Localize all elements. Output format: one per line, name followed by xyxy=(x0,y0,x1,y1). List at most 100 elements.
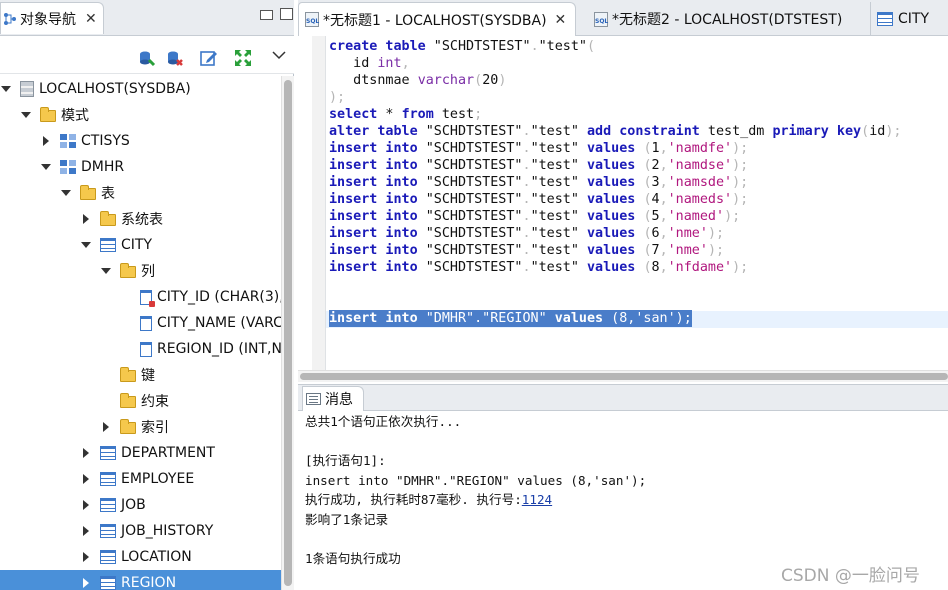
tree-item-label: CITY xyxy=(121,237,153,253)
expand-arrow-icon[interactable] xyxy=(80,499,92,511)
tree-item-label: 约束 xyxy=(141,394,169,410)
expand-arrow-icon[interactable] xyxy=(80,213,92,225)
primary-key-column-icon xyxy=(140,289,155,307)
folder-icon xyxy=(120,393,136,408)
code-line: insert into "SCHDTSTEST"."test" values (… xyxy=(329,192,749,207)
navigator-tab[interactable]: 对象导航 ✕ xyxy=(0,2,104,34)
navigator-header: 对象导航 ✕ xyxy=(0,0,294,36)
collapse-arrow-icon[interactable] xyxy=(0,83,12,95)
tree-item[interactable]: 列 xyxy=(0,258,281,284)
messages-title: 消息 xyxy=(325,392,353,408)
tree-item[interactable]: DMHR xyxy=(0,154,281,180)
message-line: 1条语句执行成功 xyxy=(305,550,401,566)
expand-arrow-icon[interactable] xyxy=(80,577,92,589)
execution-number-link[interactable]: 1124 xyxy=(522,492,552,507)
tree-item[interactable]: EMPLOYEE xyxy=(0,466,281,492)
expand-arrow-icon[interactable] xyxy=(80,525,92,537)
navigator-scrollbar[interactable] xyxy=(281,76,294,590)
messages-panel: 消息 总共1个语句正依次执行... [执行语句1]: insert into "DM… xyxy=(298,384,948,590)
tree-item[interactable]: CTISYS xyxy=(0,128,281,154)
table-icon xyxy=(100,472,116,486)
close-icon[interactable]: ✕ xyxy=(85,11,97,27)
connect-icon[interactable] xyxy=(138,49,156,67)
collapse-arrow-icon[interactable] xyxy=(100,265,112,277)
maximize-button[interactable] xyxy=(280,8,293,20)
collapse-arrow-icon[interactable] xyxy=(20,109,32,121)
tree-item[interactable]: JOB xyxy=(0,492,281,518)
messages-icon xyxy=(306,393,321,405)
sql-file-icon: SQL xyxy=(594,11,608,27)
folder-icon xyxy=(120,367,136,382)
tree-item[interactable]: CITY_NAME (VARC xyxy=(0,310,281,336)
expand-arrow-icon[interactable] xyxy=(80,551,92,563)
table-icon xyxy=(100,238,116,252)
edit-icon[interactable] xyxy=(200,49,218,67)
message-line: 执行成功, 执行耗时87毫秒. 执行号:1124 xyxy=(305,492,553,507)
tree-item[interactable]: CITY_ID (CHAR(3), xyxy=(0,284,281,310)
tree-item-label: DMHR xyxy=(81,159,125,175)
code-line: insert into "SCHDTSTEST"."test" values (… xyxy=(329,209,741,224)
code-area[interactable]: create table "SCHDTSTEST"."test"( id int… xyxy=(329,38,948,368)
code-line: dtsnmae varchar(20) xyxy=(329,73,507,88)
tree-item[interactable]: LOCATION xyxy=(0,544,281,570)
selected-code-line: insert into "DMHR"."REGION" values (8,'s… xyxy=(329,310,692,327)
tree-item-label: 表 xyxy=(101,186,115,202)
code-line: insert into "SCHDTSTEST"."test" values (… xyxy=(329,175,749,190)
schema-icon xyxy=(60,160,76,174)
folder-icon xyxy=(120,419,136,434)
tree-item[interactable]: DEPARTMENT xyxy=(0,440,281,466)
tree-item[interactable]: REGION_ID (INT,N xyxy=(0,336,281,362)
tree-item[interactable]: 约束 xyxy=(0,388,281,414)
expand-arrow-icon[interactable] xyxy=(80,473,92,485)
expand-arrow-icon[interactable] xyxy=(80,447,92,459)
expand-arrow-icon[interactable] xyxy=(100,421,112,433)
tab-messages[interactable]: 消息 xyxy=(302,386,364,411)
sql-file-icon: SQL xyxy=(305,12,319,27)
scrollbar-thumb[interactable] xyxy=(300,373,948,380)
table-icon xyxy=(877,12,893,26)
tree-item-label: REGION_ID (INT,N xyxy=(157,341,281,357)
collapse-arrow-icon[interactable] xyxy=(60,187,72,199)
table-icon xyxy=(100,498,116,512)
tree-item[interactable]: 索引 xyxy=(0,414,281,440)
tree-item[interactable]: LOCALHOST(SYSDBA) xyxy=(0,76,281,102)
editor-horizontal-scrollbar[interactable] xyxy=(298,370,948,382)
view-menu-icon[interactable] xyxy=(272,48,290,66)
message-line: 总共1个语句正依次执行... xyxy=(305,414,462,429)
tree-item-label: JOB xyxy=(121,497,146,513)
minimize-button[interactable] xyxy=(260,10,273,20)
code-line: insert into "SCHDTSTEST"."test" values (… xyxy=(329,226,725,241)
code-line: insert into "SCHDTSTEST"."test" values (… xyxy=(329,260,749,275)
folder-icon xyxy=(80,185,96,200)
tree-item[interactable]: 表 xyxy=(0,180,281,206)
tree-item[interactable]: 系统表 xyxy=(0,206,281,232)
message-line: insert into "DMHR"."REGION" values (8,'s… xyxy=(305,472,647,488)
expand-all-icon[interactable] xyxy=(234,49,252,67)
table-icon xyxy=(100,524,116,538)
scrollbar-thumb[interactable] xyxy=(284,80,292,586)
tab-city[interactable]: CITY xyxy=(870,2,948,36)
tab-untitled-1[interactable]: SQL *无标题1 - LOCALHOST(SYSDBA) ✕ xyxy=(298,2,576,36)
code-line: select * from test; xyxy=(329,107,483,122)
tree-item-label: REGION xyxy=(121,575,177,590)
editor-gutter xyxy=(312,36,326,370)
messages-tab-strip: 消息 xyxy=(298,385,948,411)
folder-icon xyxy=(100,211,116,226)
collapse-arrow-icon[interactable] xyxy=(40,161,52,173)
column-icon xyxy=(140,315,152,331)
tree-item-label: CITY_NAME (VARC xyxy=(157,315,281,331)
table-icon xyxy=(100,550,116,564)
tab-untitled-2[interactable]: SQL *无标题2 - LOCALHOST(DTSTEST) xyxy=(588,2,860,36)
tree-item[interactable]: CITY xyxy=(0,232,281,258)
collapse-arrow-icon[interactable] xyxy=(80,239,92,251)
code-line: insert into "SCHDTSTEST"."test" values (… xyxy=(329,141,749,156)
tree-item[interactable]: 键 xyxy=(0,362,281,388)
disconnect-icon[interactable] xyxy=(166,49,184,67)
tree-item[interactable]: JOB_HISTORY xyxy=(0,518,281,544)
expand-arrow-icon[interactable] xyxy=(40,135,52,147)
close-icon[interactable]: ✕ xyxy=(555,12,567,28)
tree-item[interactable]: 模式 xyxy=(0,102,281,128)
tree-item[interactable]: REGION xyxy=(0,570,281,590)
